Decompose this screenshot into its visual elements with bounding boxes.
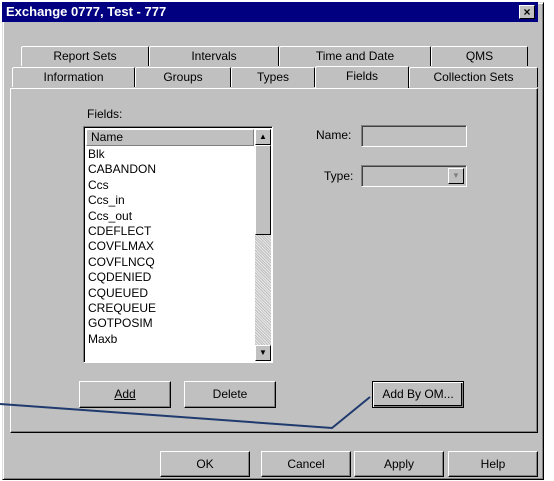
list-item[interactable]: CABANDON xyxy=(87,162,254,177)
add-button[interactable]: Add xyxy=(79,381,171,408)
vertical-scrollbar[interactable]: ▲ ▼ xyxy=(255,129,271,361)
delete-button[interactable]: Delete xyxy=(184,381,276,408)
list-item[interactable]: CREQUEUE xyxy=(87,301,254,316)
dropdown-arrow-icon[interactable]: ▼ xyxy=(448,168,464,184)
cancel-button[interactable]: Cancel xyxy=(261,451,351,477)
tab-information[interactable]: Information xyxy=(12,67,135,87)
list-item[interactable]: Ccs xyxy=(87,178,254,193)
name-field[interactable] xyxy=(361,125,467,147)
add-button-label: Add xyxy=(114,387,136,401)
list-item[interactable]: CDEFLECT xyxy=(87,224,254,239)
list-item[interactable]: COVFLMAX xyxy=(87,239,254,254)
list-item[interactable]: Blk xyxy=(87,147,254,162)
apply-button[interactable]: Apply xyxy=(354,451,444,477)
list-item[interactable]: GOTPOSIM xyxy=(87,316,254,331)
tab-types[interactable]: Types xyxy=(231,67,315,87)
fields-label: Fields: xyxy=(87,107,123,121)
list-item[interactable]: Maxb xyxy=(87,332,254,347)
tab-report-sets[interactable]: Report Sets xyxy=(21,46,149,66)
tab-intervals[interactable]: Intervals xyxy=(149,46,279,66)
tab-time-and-date[interactable]: Time and Date xyxy=(279,46,431,66)
window-title: Exchange 0777, Test - 777 xyxy=(6,4,167,19)
type-label: Type: xyxy=(324,169,354,183)
title-bar: Exchange 0777, Test - 777 × xyxy=(2,2,538,22)
scroll-up-button[interactable]: ▲ xyxy=(255,129,271,145)
tab-collection-sets[interactable]: Collection Sets xyxy=(409,67,538,87)
list-item[interactable]: CQDENIED xyxy=(87,270,254,285)
list-item[interactable]: CQUEUED xyxy=(87,286,254,301)
name-column-header[interactable]: Name xyxy=(86,129,254,146)
type-combobox[interactable]: ▼ xyxy=(361,165,467,187)
scroll-down-button[interactable]: ▼ xyxy=(255,345,271,361)
scroll-thumb[interactable] xyxy=(255,145,271,235)
fields-listbox[interactable]: Name Blk CABANDON Ccs Ccs_in Ccs_out CDEFLECT… xyxy=(83,126,273,363)
name-label: Name: xyxy=(316,128,352,142)
fields-list: Blk CABANDON Ccs Ccs_in Ccs_out CDEFLECT COVFL… xyxy=(87,147,254,347)
close-button[interactable]: × xyxy=(519,5,535,19)
tab-fields[interactable]: Fields xyxy=(315,66,409,88)
list-item[interactable]: Ccs_in xyxy=(87,193,254,208)
add-by-om-button[interactable]: Add By OM... xyxy=(372,381,464,408)
delete-button-label: Delete xyxy=(212,387,248,401)
list-item[interactable]: COVFLNCQ xyxy=(87,255,254,270)
tab-qms[interactable]: QMS xyxy=(431,46,528,66)
list-item[interactable]: Ccs_out xyxy=(87,209,254,224)
help-button[interactable]: Help xyxy=(448,451,538,477)
tab-groups[interactable]: Groups xyxy=(135,67,231,87)
ok-button[interactable]: OK xyxy=(160,451,250,477)
